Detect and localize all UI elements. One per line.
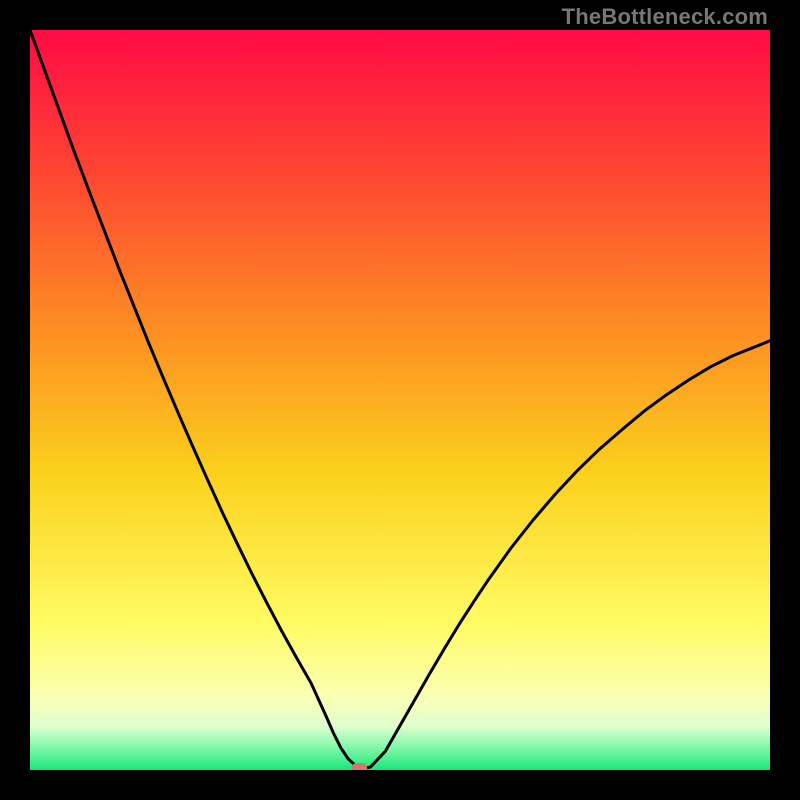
optimum-marker: [351, 763, 367, 770]
plot-area: [30, 30, 770, 770]
watermark-text: TheBottleneck.com: [562, 4, 768, 30]
bottleneck-curve: [30, 30, 770, 770]
curve-path: [30, 30, 770, 769]
frame: TheBottleneck.com: [0, 0, 800, 800]
